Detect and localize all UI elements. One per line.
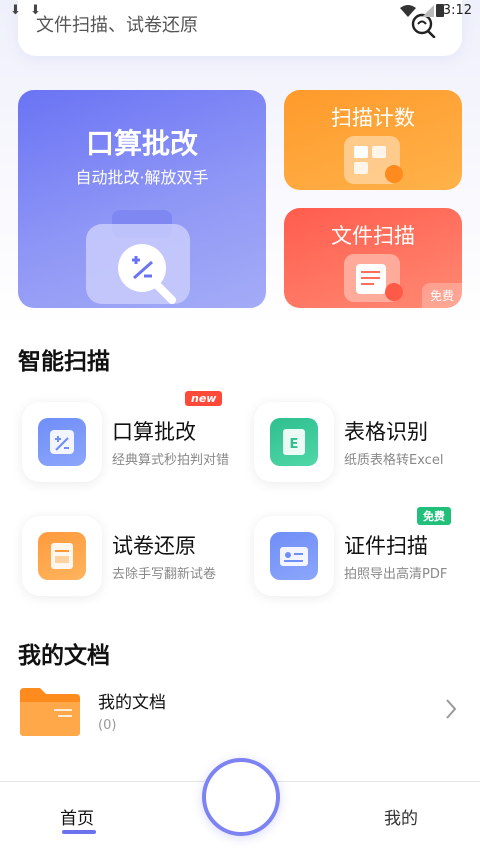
free-badge: 免费: [417, 507, 451, 525]
hero-title: 口算批改: [85, 127, 198, 160]
camera-math-icon: [86, 210, 190, 304]
chevron-right-icon[interactable]: [444, 698, 458, 720]
download-icon: ⬇: [30, 3, 41, 18]
smart-scan-title: 智能扫描: [18, 349, 110, 375]
document-name: 我的文档: [98, 693, 166, 713]
feature-desc: 经典算式秒拍判对错: [112, 453, 230, 468]
excel-icon: E: [270, 418, 318, 466]
feature-tile: [22, 516, 102, 596]
nav-home[interactable]: 首页: [60, 804, 94, 829]
status-time: 3:12: [442, 3, 472, 18]
document-count: (0): [98, 718, 117, 733]
file-scan-card[interactable]: 文件扫描 免费: [284, 208, 462, 308]
my-documents-row[interactable]: 我的文档 (0): [0, 680, 480, 744]
feature-desc: 纸质表格转Excel: [344, 453, 444, 468]
id-card-icon: [270, 532, 318, 580]
feature-oral-math[interactable]: 口算批改 经典算式秒拍判对错: [18, 402, 229, 486]
feature-table-recognition[interactable]: E 表格识别 纸质表格转Excel: [250, 402, 460, 486]
file-scan-label: 文件扫描: [331, 224, 415, 248]
feature-tile: [254, 516, 334, 596]
feature-tile: E: [254, 402, 334, 482]
feature-name: 表格识别: [344, 420, 428, 444]
download-icon: ⬇: [10, 3, 21, 18]
docs-title: 我的文档: [18, 643, 110, 669]
feature-name: 口算批改: [112, 420, 196, 444]
status-bar: ⬇ ⬇ 3:12: [0, 0, 480, 24]
count-icon: [344, 136, 403, 184]
feature-exam-restore[interactable]: 试卷还原 去除手写翻新试卷: [18, 516, 228, 600]
feature-id-scan[interactable]: 证件扫描 拍照导出高清PDF: [250, 516, 460, 600]
svg-text:E: E: [290, 437, 299, 452]
exam-icon: [38, 532, 86, 580]
wifi-icon: [400, 5, 416, 17]
nav-active-indicator: [62, 830, 96, 834]
feature-desc: 去除手写翻新试卷: [112, 567, 217, 582]
feature-tile: [22, 402, 102, 482]
hero-subtitle: 自动批改·解放双手: [75, 168, 209, 187]
signal-icon: [422, 5, 434, 17]
hero-oral-math-card[interactable]: 口算批改 自动批改·解放双手: [18, 90, 266, 308]
scan-count-label: 扫描计数: [331, 106, 415, 130]
folder-icon: [20, 688, 80, 736]
scan-count-card[interactable]: 扫描计数: [284, 90, 462, 190]
new-badge: new: [185, 391, 223, 406]
feature-desc: 拍照导出高清PDF: [344, 567, 448, 582]
camera-scan-button[interactable]: [202, 758, 280, 836]
document-icon: [344, 254, 403, 302]
feature-name: 证件扫描: [344, 534, 428, 558]
free-badge: 免费: [421, 283, 462, 308]
nav-mine[interactable]: 我的: [384, 804, 418, 829]
math-icon: [38, 418, 86, 466]
feature-name: 试卷还原: [112, 534, 196, 558]
